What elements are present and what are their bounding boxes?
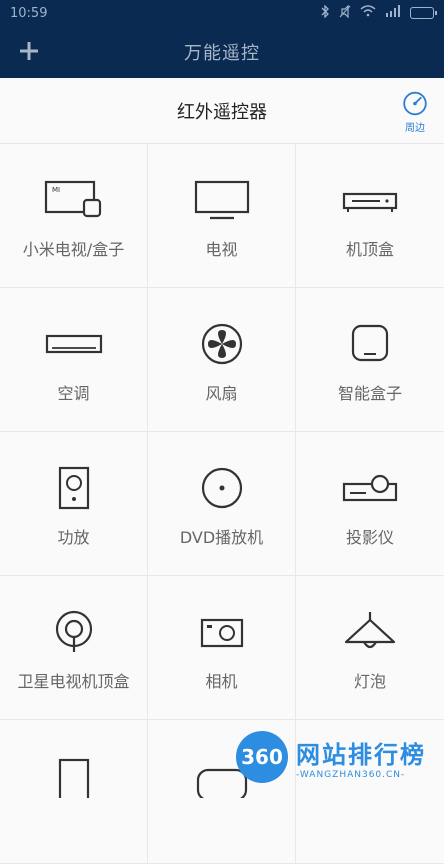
- device-dvd[interactable]: DVD播放机: [148, 432, 296, 576]
- device-label: 小米电视/盒子: [22, 240, 125, 259]
- mute-icon: [339, 4, 351, 22]
- svg-text:MI: MI: [52, 186, 60, 194]
- device-mi-tv-box[interactable]: MI 小米电视/盒子: [0, 144, 148, 288]
- watermark: 360 网站排行榜 -WANGZHAN360.CN-: [232, 726, 444, 788]
- tv-icon: [194, 180, 249, 220]
- device-set-top-box[interactable]: 机顶盒: [296, 144, 444, 288]
- mi-tv-box-icon: MI: [44, 180, 101, 218]
- status-time: 10:59: [10, 5, 48, 21]
- device-air-conditioner[interactable]: 空调: [0, 288, 148, 432]
- device-tv[interactable]: 电视: [148, 144, 296, 288]
- partial-device-icon: [58, 758, 89, 798]
- device-label: 相机: [205, 672, 238, 691]
- device-label: 灯泡: [353, 672, 386, 691]
- watermark-badge: 360: [236, 731, 288, 783]
- satellite-icon: [55, 610, 92, 652]
- watermark-main: 网站排行榜: [296, 740, 426, 769]
- plus-icon: [20, 42, 38, 60]
- add-button[interactable]: [14, 36, 44, 66]
- air-conditioner-icon: [45, 334, 102, 354]
- device-amplifier[interactable]: 功放: [0, 432, 148, 576]
- lamp-icon: [344, 612, 396, 649]
- subheader: 红外遥控器 周边: [0, 78, 444, 144]
- device-label: 智能盒子: [337, 384, 402, 403]
- device-label: 空调: [57, 384, 90, 403]
- smart-box-icon: [351, 324, 389, 362]
- watermark-sub: -WANGZHAN360.CN-: [296, 769, 406, 780]
- device-smart-box[interactable]: 智能盒子: [296, 288, 444, 432]
- device-grid: MI 小米电视/盒子 电视 机顶盒 空调 风扇 智能盒子 功放 DVD播放机 投…: [0, 144, 444, 864]
- app-bar: 万能遥控: [0, 26, 444, 78]
- bluetooth-icon: [320, 3, 330, 22]
- device-fan[interactable]: 风扇: [148, 288, 296, 432]
- device-label: DVD播放机: [179, 528, 264, 547]
- device-label: 功放: [57, 528, 90, 547]
- device-lamp[interactable]: 灯泡: [296, 576, 444, 720]
- status-icons: [320, 3, 437, 22]
- projector-icon: [342, 474, 398, 502]
- device-label: 投影仪: [345, 528, 394, 547]
- watermark-text: 网站排行榜 -WANGZHAN360.CN-: [296, 735, 426, 780]
- subheader-title: 红外遥控器: [177, 101, 267, 123]
- device-label: 卫星电视机顶盒: [17, 672, 130, 691]
- status-bar: 10:59: [0, 0, 444, 26]
- amplifier-icon: [58, 466, 89, 510]
- signal-icon: [385, 5, 401, 21]
- camera-icon: [200, 618, 243, 648]
- device-label: 电视: [205, 240, 238, 259]
- nearby-label: 周边: [405, 123, 425, 134]
- device-camera[interactable]: 相机: [148, 576, 296, 720]
- nearby-button[interactable]: 周边: [398, 90, 432, 134]
- device-partial-1[interactable]: [0, 720, 148, 864]
- device-label: 机顶盒: [345, 240, 394, 259]
- battery-icon: [410, 7, 437, 19]
- device-projector[interactable]: 投影仪: [296, 432, 444, 576]
- compass-icon: [403, 91, 427, 116]
- fan-icon: [201, 323, 242, 365]
- dvd-icon: [201, 467, 242, 509]
- device-satellite[interactable]: 卫星电视机顶盒: [0, 576, 148, 720]
- set-top-box-icon: [342, 192, 398, 212]
- app-title: 万能遥控: [184, 43, 260, 64]
- wifi-icon: [360, 5, 376, 21]
- device-label: 风扇: [205, 384, 238, 403]
